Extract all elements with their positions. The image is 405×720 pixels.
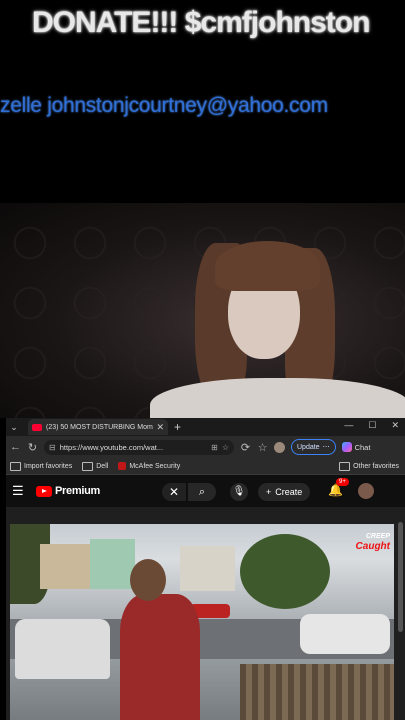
bookmark-mcafee[interactable]: McAfee Security <box>118 462 180 470</box>
update-button[interactable]: Update ⋯ <box>291 439 336 455</box>
back-arrow-icon[interactable]: ← <box>10 441 21 453</box>
favorites-icon[interactable]: ☆ <box>257 441 268 454</box>
tab-bar: ⌄ (23) 50 MOST DISTURBING Mome ✕ + — ☐ ✕ <box>6 418 405 436</box>
video-person-body <box>120 594 200 720</box>
copilot-label: Chat <box>354 442 371 452</box>
tab-list-chevron-icon[interactable]: ⌄ <box>6 422 22 433</box>
bookmark-label: Dell <box>96 462 109 470</box>
copilot-icon <box>341 442 352 452</box>
search-icon[interactable]: ⌕ <box>188 483 216 501</box>
youtube-header: ☰ Premium ✕ ⌕ 🎙 + Create 🔔 9+ <box>6 475 405 507</box>
tab-youtube[interactable]: (23) 50 MOST DISTURBING Mome ✕ <box>28 419 168 435</box>
window-controls: — ☐ ✕ <box>344 420 399 431</box>
create-button[interactable]: + Create <box>258 483 311 501</box>
folder-icon <box>10 461 21 471</box>
bookmark-import-favorites[interactable]: Import favorites <box>10 461 73 471</box>
profile-avatar[interactable] <box>274 441 285 453</box>
more-dots-icon: ⋯ <box>322 444 330 451</box>
update-label: Update <box>297 443 320 451</box>
video-fence <box>240 664 394 720</box>
video-house <box>180 546 235 591</box>
favorites-bar: Import favorites Dell McAfee Security Ot… <box>6 458 405 475</box>
favorite-star-icon[interactable]: ☆ <box>222 443 229 452</box>
notification-badge: 9+ <box>336 478 349 486</box>
video-tree <box>240 534 330 609</box>
tab-close-icon[interactable]: ✕ <box>156 422 164 433</box>
bookmark-label: Import favorites <box>24 462 73 470</box>
zelle-overlay-text: zelle johnstonjcourtney@yahoo.com <box>0 94 328 117</box>
other-favorites[interactable]: Other favorites <box>339 461 399 471</box>
extensions-icon[interactable]: ⟳ <box>240 441 251 454</box>
browser-window: ⌄ (23) 50 MOST DISTURBING Mome ✕ + — ☐ ✕… <box>6 418 405 720</box>
video-player[interactable]: CREEP Caught <box>10 524 394 720</box>
youtube-avatar[interactable] <box>358 483 374 499</box>
video-parked-car <box>15 619 110 679</box>
webcam-person-hair-top <box>215 241 320 291</box>
page-scrollbar[interactable] <box>398 522 403 632</box>
site-info-icon[interactable]: ⊟ <box>49 443 56 452</box>
donate-overlay-text: DONATE!!! $cmfjohnston <box>32 6 370 39</box>
refresh-icon[interactable]: ↻ <box>27 441 38 454</box>
video-parked-car <box>300 614 390 654</box>
new-tab-plus-icon[interactable]: + <box>174 420 181 434</box>
mcafee-icon <box>118 462 127 470</box>
folder-icon <box>82 461 94 471</box>
clear-search-icon[interactable]: ✕ <box>162 483 186 501</box>
read-aloud-icon[interactable]: ⊞ <box>211 443 218 452</box>
maximize-icon[interactable]: ☐ <box>368 420 376 431</box>
bookmark-label: McAfee Security <box>129 462 181 470</box>
youtube-logo[interactable]: Premium <box>36 485 100 497</box>
webcam-person-shoulders <box>150 378 405 418</box>
microphone-icon[interactable]: 🎙 <box>230 483 248 501</box>
tab-title: (23) 50 MOST DISTURBING Mome <box>46 423 154 431</box>
youtube-logo-text: Premium <box>55 485 100 497</box>
url-field[interactable]: ⊟ https://www.youtube.com/wat... ⊞ ☆ <box>44 439 234 455</box>
close-window-icon[interactable]: ✕ <box>391 420 399 431</box>
plus-icon: + <box>266 487 272 497</box>
create-label: Create <box>275 487 303 497</box>
youtube-favicon-icon <box>32 423 42 431</box>
bookmark-dell[interactable]: Dell <box>82 461 109 471</box>
copilot-chat-button[interactable]: Chat <box>341 442 371 452</box>
video-person-head <box>130 559 166 601</box>
video-house <box>90 539 135 589</box>
other-favorites-label: Other favorites <box>353 462 399 470</box>
address-bar: ← ↻ ⊟ https://www.youtube.com/wat... ⊞ ☆… <box>6 436 405 458</box>
url-text: https://www.youtube.com/wat... <box>59 442 164 452</box>
menu-icon[interactable]: ☰ <box>12 483 28 499</box>
folder-icon <box>339 461 351 471</box>
channel-watermark: CREEP Caught <box>356 532 390 552</box>
watermark-bottom: Caught <box>355 541 390 552</box>
webcam-feed <box>0 203 405 418</box>
minimize-icon[interactable]: — <box>344 420 353 431</box>
video-house <box>40 544 90 589</box>
youtube-play-icon <box>36 485 52 497</box>
